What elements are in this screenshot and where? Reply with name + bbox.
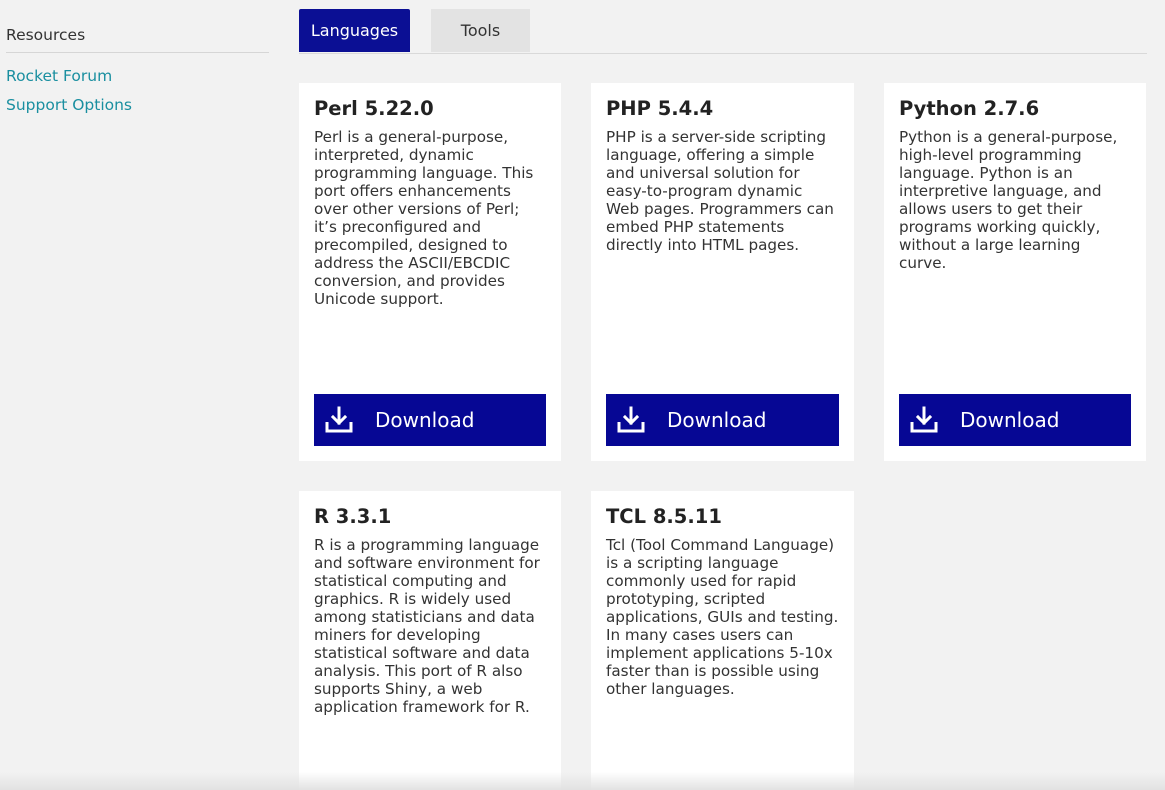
card-title: R 3.3.1 xyxy=(314,505,392,528)
card-title: PHP 5.4.4 xyxy=(606,97,714,120)
download-label: Download xyxy=(960,408,1060,432)
card-python: Python 2.7.6 Python is a general-purpose… xyxy=(884,83,1146,461)
card-php: PHP 5.4.4 PHP is a server-side scripting… xyxy=(591,83,854,461)
sidebar: Resources Rocket Forum Support Options xyxy=(6,26,269,120)
sidebar-link-support-options[interactable]: Support Options xyxy=(6,91,269,120)
bottom-fade xyxy=(0,772,1165,790)
tab-bar: Languages Tools xyxy=(299,9,1147,54)
sidebar-link-rocket-forum[interactable]: Rocket Forum xyxy=(6,62,269,91)
card-description: R is a programming language and software… xyxy=(314,536,540,716)
card-description: Python is a general-purpose, high-level … xyxy=(899,128,1118,272)
sidebar-heading: Resources xyxy=(6,26,269,53)
card-title: Perl 5.22.0 xyxy=(314,97,434,120)
download-label: Download xyxy=(667,408,767,432)
page: Resources Rocket Forum Support Options L… xyxy=(0,0,1165,790)
card-r: R 3.3.1 R is a programming language and … xyxy=(299,491,561,790)
download-icon xyxy=(910,406,938,434)
card-description: Perl is a general-purpose, interpreted, … xyxy=(314,128,534,308)
download-button[interactable]: Download xyxy=(606,394,839,446)
card-description: Tcl (Tool Command Language) is a scripti… xyxy=(606,536,839,698)
download-label: Download xyxy=(375,408,475,432)
card-title: Python 2.7.6 xyxy=(899,97,1040,120)
card-title: TCL 8.5.11 xyxy=(606,505,722,528)
card-tcl: TCL 8.5.11 Tcl (Tool Command Language) i… xyxy=(591,491,854,790)
card-perl: Perl 5.22.0 Perl is a general-purpose, i… xyxy=(299,83,561,461)
download-button[interactable]: Download xyxy=(899,394,1131,446)
tab-languages[interactable]: Languages xyxy=(299,9,410,52)
tab-tools[interactable]: Tools xyxy=(431,9,530,52)
download-button[interactable]: Download xyxy=(314,394,546,446)
download-icon xyxy=(325,406,353,434)
download-icon xyxy=(617,406,645,434)
card-description: PHP is a server-side scripting language,… xyxy=(606,128,834,254)
